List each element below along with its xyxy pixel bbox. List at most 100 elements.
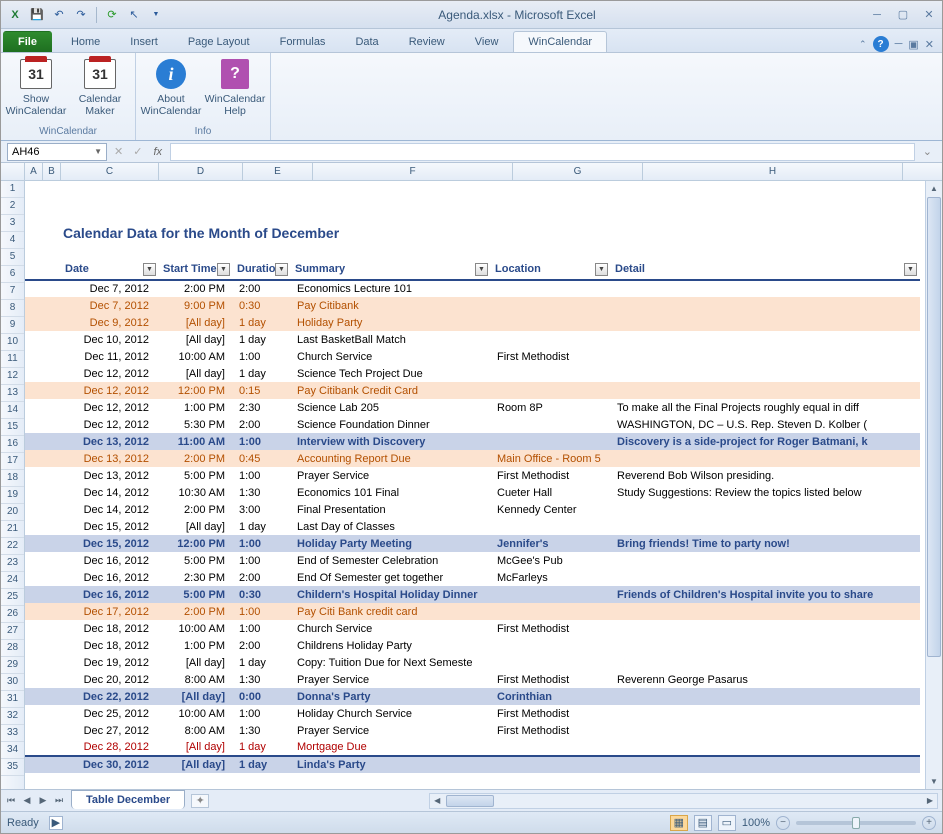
table-row[interactable]: Dec 15, 2012[All day]1 dayLast Day of Cl…: [25, 518, 920, 535]
table-row[interactable]: Dec 9, 2012[All day]1 dayHoliday Party: [25, 314, 920, 331]
row-header[interactable]: 8: [1, 300, 24, 317]
about-wincalendar-button[interactable]: i AboutWinCalendar: [140, 55, 202, 117]
row-header[interactable]: 9: [1, 317, 24, 334]
row-header[interactable]: 30: [1, 674, 24, 691]
table-header[interactable]: Summary▼: [291, 261, 491, 280]
row-header[interactable]: 34: [1, 742, 24, 759]
table-row[interactable]: Dec 16, 20122:30 PM2:00End Of Semester g…: [25, 569, 920, 586]
excel-icon[interactable]: X: [5, 5, 25, 25]
scroll-left-icon[interactable]: ◀: [430, 796, 444, 805]
zoom-out-button[interactable]: −: [776, 816, 790, 830]
table-row[interactable]: Dec 13, 20122:00 PM0:45Accounting Report…: [25, 450, 920, 467]
row-header[interactable]: 13: [1, 385, 24, 402]
table-row[interactable]: Dec 20, 20128:00 AM1:30Prayer ServiceFir…: [25, 671, 920, 688]
row-header[interactable]: 7: [1, 283, 24, 300]
tab-view[interactable]: View: [460, 31, 514, 52]
table-row[interactable]: Dec 27, 20128:00 AM1:30Prayer ServiceFir…: [25, 722, 920, 739]
row-header[interactable]: 10: [1, 334, 24, 351]
table-row[interactable]: Dec 12, 20121:00 PM2:30Science Lab 205Ro…: [25, 399, 920, 416]
row-header[interactable]: 14: [1, 402, 24, 419]
table-row[interactable]: Dec 28, 2012[All day]1 dayMortgage Due: [25, 739, 920, 756]
row-header[interactable]: 3: [1, 215, 24, 232]
close-button[interactable]: ✕: [920, 6, 938, 24]
maximize-button[interactable]: ▢: [894, 6, 912, 24]
sheet-next-icon[interactable]: ▶: [35, 793, 51, 809]
row-header[interactable]: 22: [1, 538, 24, 555]
zoom-slider-handle[interactable]: [852, 817, 860, 829]
row-header[interactable]: 12: [1, 368, 24, 385]
hscroll-thumb[interactable]: [446, 795, 494, 807]
cells-area[interactable]: Calendar Data for the Month of December …: [25, 181, 942, 789]
scroll-right-icon[interactable]: ▶: [923, 796, 937, 805]
table-row[interactable]: Dec 7, 20129:00 PM0:30Pay Citibank: [25, 297, 920, 314]
table-row[interactable]: Dec 12, 2012[All day]1 dayScience Tech P…: [25, 365, 920, 382]
row-header[interactable]: 2: [1, 198, 24, 215]
refresh-icon[interactable]: ⟳: [102, 5, 122, 25]
column-header[interactable]: C: [61, 163, 159, 180]
zoom-in-button[interactable]: +: [922, 816, 936, 830]
formula-expand-icon[interactable]: ⌄: [919, 145, 936, 158]
tab-formulas[interactable]: Formulas: [265, 31, 341, 52]
view-page-layout-button[interactable]: ▤: [694, 815, 712, 831]
fx-cancel-icon[interactable]: ✕: [111, 145, 126, 158]
table-row[interactable]: Dec 14, 20122:00 PM3:00Final Presentatio…: [25, 501, 920, 518]
redo-icon[interactable]: ↷: [71, 5, 91, 25]
wincalendar-help-button[interactable]: ? WinCalendarHelp: [204, 55, 266, 117]
row-header[interactable]: 19: [1, 487, 24, 504]
column-header[interactable]: H: [643, 163, 903, 180]
tab-data[interactable]: Data: [340, 31, 393, 52]
view-page-break-button[interactable]: ▭: [718, 815, 736, 831]
row-header[interactable]: 29: [1, 657, 24, 674]
row-header[interactable]: 33: [1, 725, 24, 742]
filter-dropdown-icon[interactable]: ▼: [217, 263, 230, 276]
column-header[interactable]: D: [159, 163, 243, 180]
row-header[interactable]: 28: [1, 640, 24, 657]
table-row[interactable]: Dec 7, 20122:00 PM2:00Economics Lecture …: [25, 280, 920, 297]
column-header[interactable]: F: [313, 163, 513, 180]
tab-review[interactable]: Review: [394, 31, 460, 52]
table-header[interactable]: Date▼: [61, 261, 159, 280]
fx-icon[interactable]: fx: [149, 146, 166, 158]
table-row[interactable]: Dec 17, 20122:00 PM1:00Pay Citi Bank cre…: [25, 603, 920, 620]
add-sheet-icon[interactable]: ✦: [191, 794, 209, 808]
row-header[interactable]: 24: [1, 572, 24, 589]
macro-record-icon[interactable]: ▶: [49, 816, 63, 830]
row-header[interactable]: 21: [1, 521, 24, 538]
horizontal-scrollbar[interactable]: ◀ ▶: [429, 793, 938, 809]
column-header[interactable]: E: [243, 163, 313, 180]
tab-wincalendar[interactable]: WinCalendar: [513, 31, 607, 52]
zoom-level[interactable]: 100%: [742, 817, 770, 829]
calendar-maker-button[interactable]: 31 CalendarMaker: [69, 55, 131, 117]
table-row[interactable]: Dec 13, 201211:00 AM1:00Interview with D…: [25, 433, 920, 450]
table-row[interactable]: Dec 25, 201210:00 AM1:00Holiday Church S…: [25, 705, 920, 722]
scroll-up-icon[interactable]: ▲: [926, 181, 942, 196]
table-row[interactable]: Dec 12, 201212:00 PM0:15Pay Citibank Cre…: [25, 382, 920, 399]
table-header[interactable]: Location▼: [491, 261, 611, 280]
qat-dropdown-icon[interactable]: ▼: [146, 5, 166, 25]
row-header[interactable]: 20: [1, 504, 24, 521]
help-icon[interactable]: ?: [873, 36, 889, 52]
undo-icon[interactable]: ↶: [49, 5, 69, 25]
save-icon[interactable]: 💾: [27, 5, 47, 25]
minimize-button[interactable]: ─: [868, 6, 886, 24]
row-header[interactable]: 32: [1, 708, 24, 725]
formula-input[interactable]: [170, 143, 915, 161]
table-row[interactable]: Dec 30, 2012[All day]1 dayLinda's Party: [25, 756, 920, 773]
table-row[interactable]: Dec 18, 20121:00 PM2:00Childrens Holiday…: [25, 637, 920, 654]
row-header[interactable]: 31: [1, 691, 24, 708]
table-row[interactable]: Dec 19, 2012[All day]1 dayCopy: Tuition …: [25, 654, 920, 671]
tab-home[interactable]: Home: [56, 31, 115, 52]
row-header[interactable]: 6: [1, 266, 24, 283]
table-header[interactable]: Start Time▼: [159, 261, 233, 280]
row-header[interactable]: 16: [1, 436, 24, 453]
row-header[interactable]: 4: [1, 232, 24, 249]
table-row[interactable]: Dec 13, 20125:00 PM1:00Prayer ServiceFir…: [25, 467, 920, 484]
row-header[interactable]: 25: [1, 589, 24, 606]
row-header[interactable]: 17: [1, 453, 24, 470]
fx-accept-icon[interactable]: ✓: [130, 145, 145, 158]
table-header[interactable]: Detail▼: [611, 261, 920, 280]
filter-dropdown-icon[interactable]: ▼: [904, 263, 917, 276]
row-header[interactable]: 5: [1, 249, 24, 266]
zoom-slider[interactable]: [796, 821, 916, 825]
column-header[interactable]: B: [43, 163, 61, 180]
